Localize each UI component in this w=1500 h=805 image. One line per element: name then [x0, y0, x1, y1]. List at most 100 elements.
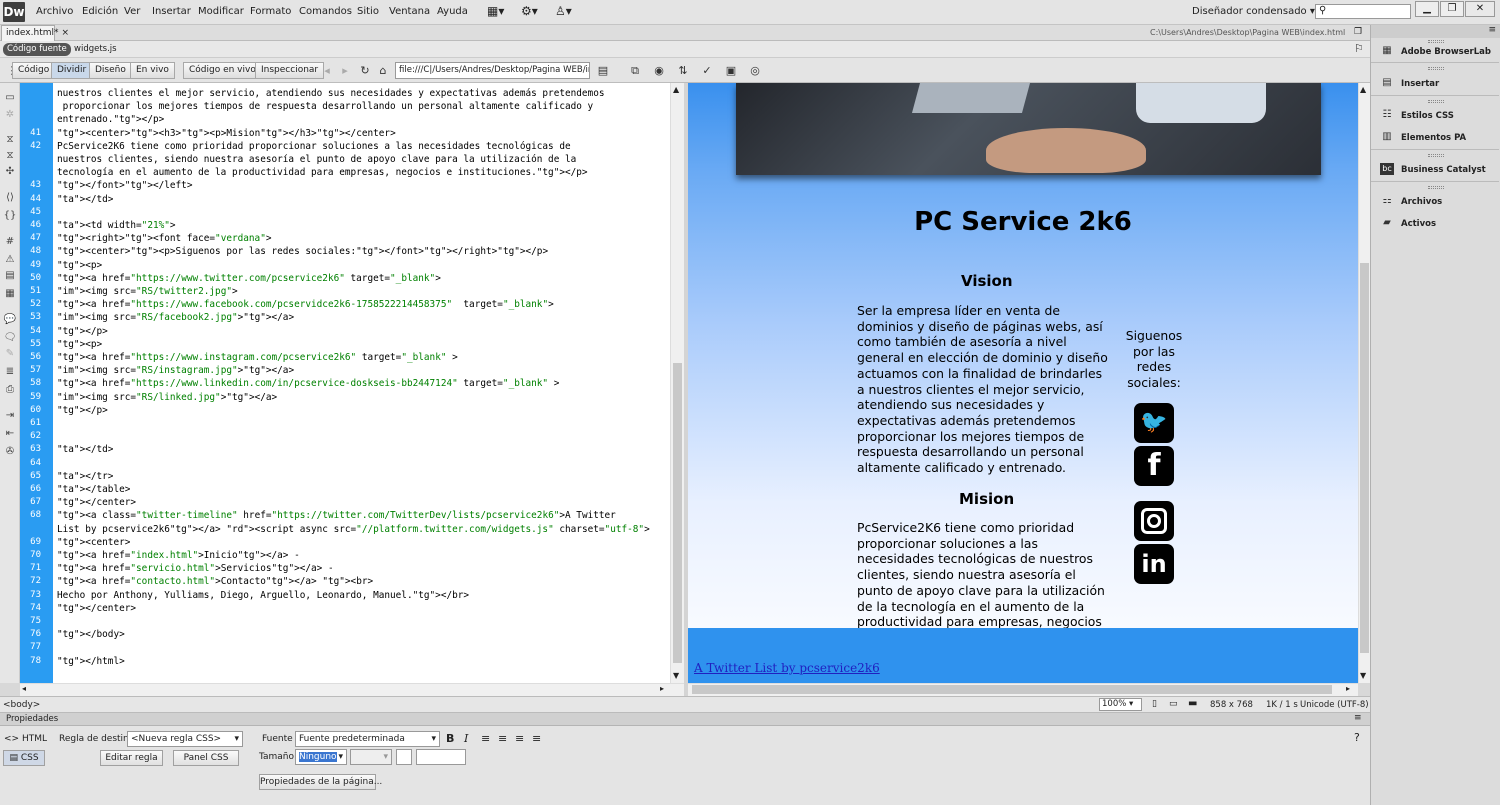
bold-button[interactable]: B [446, 732, 454, 745]
collapse-tag-icon[interactable]: ⧖ [3, 133, 17, 146]
panel-menu-icon[interactable]: ≡ [1354, 713, 1362, 723]
design-horizontal-scrollbar[interactable]: ▸ [688, 683, 1358, 696]
inspect-button[interactable]: Inspeccionar [255, 62, 325, 79]
code-line[interactable]: "tg"><a href="https://www.facebook.com/p… [57, 298, 554, 311]
code-line[interactable]: "tg"></p> [57, 325, 108, 338]
tab-index-html[interactable]: index.html* × [1, 25, 69, 41]
highlight-invalid-icon[interactable]: ⚠ [3, 253, 17, 266]
code-line[interactable]: "im"><img src="RS/linked.jpg">"tg"></a> [57, 391, 277, 404]
code-line[interactable]: "tg"></center> [57, 496, 136, 509]
panel-archivos[interactable]: Archivos [1401, 197, 1442, 207]
justify-icon[interactable]: ≡ [532, 732, 541, 745]
code-line[interactable]: PcService2K6 tiene como prioridad propor… [57, 140, 571, 153]
mobile-size-icon[interactable]: ▯ [1152, 699, 1157, 709]
visual-aids-icon[interactable]: ▣ [722, 63, 740, 78]
menu-ventana[interactable]: Ventana [389, 6, 430, 17]
panel-elementos-pa[interactable]: Elementos PA [1401, 133, 1466, 143]
preview-browser-icon[interactable]: ◉ [650, 63, 668, 78]
collapse-selection-icon[interactable]: ⧖ [3, 149, 17, 162]
wrap-tag-icon[interactable]: ✎ [3, 347, 17, 360]
w3c-validation-icon[interactable]: ✓ [698, 63, 716, 78]
code-line[interactable]: "tg"><a href="contacto.html">Contacto"tg… [57, 575, 373, 588]
twitter-icon[interactable]: 🐦 [1134, 403, 1174, 443]
live-code-button[interactable]: Código en vivo [183, 62, 262, 79]
move-css-icon[interactable]: ⎙ [3, 383, 17, 396]
code-horizontal-scrollbar[interactable]: ◂ ▸ [20, 683, 685, 696]
color-hex-input[interactable] [416, 749, 466, 765]
panel-business-catalyst[interactable]: Business Catalyst [1401, 165, 1486, 175]
apply-comment-icon[interactable]: 💬 [3, 313, 17, 326]
panel-insertar[interactable]: Insertar [1401, 79, 1439, 89]
design-vertical-scrollbar[interactable]: ▲ ▼ [1358, 83, 1370, 683]
twitter-list-link[interactable]: A Twitter List by pcservice2k6 [694, 661, 880, 675]
recent-snippets-icon[interactable]: ≣ [3, 365, 17, 378]
design-hscroll-thumb[interactable] [692, 685, 1332, 694]
code-scroll-thumb[interactable] [673, 363, 682, 663]
tablet-size-icon[interactable]: ▭ [1169, 699, 1178, 709]
select-parent-tag-icon[interactable]: ⟨⟩ [3, 191, 17, 204]
zoom-select[interactable]: 100% ▾ [1099, 698, 1142, 711]
view-options-icon[interactable]: ▤ [594, 63, 612, 78]
panel-grip[interactable] [1428, 186, 1444, 189]
code-line[interactable]: "im"><img src="RS/instagram.jpg">"tg"></… [57, 364, 294, 377]
format-source-icon[interactable]: ✇ [3, 445, 17, 458]
html-mode-button[interactable]: <> HTML [4, 734, 47, 744]
tag-selector[interactable]: <body> [3, 700, 40, 710]
restore-button[interactable]: ❐ [1440, 1, 1464, 17]
filter-icon[interactable]: ⚐ [1354, 42, 1364, 55]
close-button[interactable]: ✕ [1465, 1, 1495, 17]
align-center-icon[interactable]: ≡ [498, 732, 507, 745]
css-mode-button[interactable]: ▤ CSS [3, 750, 45, 766]
facebook-icon[interactable]: f [1134, 446, 1174, 486]
menu-modificar[interactable]: Modificar [198, 6, 244, 17]
restore-doc-icon[interactable]: ❐ [1354, 27, 1362, 37]
menu-insertar[interactable]: Insertar [152, 6, 191, 17]
open-documents-icon[interactable]: ▭ [3, 91, 17, 104]
page-properties-button[interactable]: Propiedades de la página... [259, 774, 382, 790]
css-panel-button[interactable]: Panel CSS [173, 750, 239, 766]
panel-grip[interactable] [1428, 154, 1444, 157]
split-view-button[interactable]: Dividir [51, 62, 93, 79]
refresh-icon[interactable]: ↻ [356, 63, 374, 78]
color-picker[interactable] [396, 749, 412, 765]
code-line[interactable]: "tg"><a href="https://www.twitter.com/pc… [57, 272, 441, 285]
back-icon[interactable]: ◂ [318, 63, 336, 78]
size-select[interactable]: Ninguno ▾ [295, 749, 347, 765]
code-line[interactable]: "tg"><center> [57, 536, 130, 549]
close-icon[interactable]: × [61, 28, 69, 38]
code-line[interactable]: "tg"><a href="https://www.instagram.com/… [57, 351, 458, 364]
menu-ayuda[interactable]: Ayuda [437, 6, 468, 17]
code-line[interactable]: nuestros clientes, siendo nuestra asesor… [57, 153, 576, 166]
panel-adobe-browserlab[interactable]: Adobe BrowserLab [1401, 47, 1491, 57]
design-scroll-thumb[interactable] [1360, 263, 1369, 653]
check-compatibility-icon[interactable]: ◎ [746, 63, 764, 78]
design-scroll-right-icon[interactable]: ▸ [1346, 684, 1350, 693]
desktop-size-icon[interactable]: ▬ [1188, 698, 1197, 709]
show-code-navigator-icon[interactable]: ✲ [3, 108, 17, 121]
scroll-left-icon[interactable]: ◂ [22, 684, 26, 693]
font-select[interactable]: Fuente predeterminada ▾ [295, 731, 440, 747]
related-source-code[interactable]: Código fuente [3, 43, 71, 56]
code-line[interactable]: "tg"></html> [57, 655, 125, 668]
scroll-up-icon[interactable]: ▲ [673, 85, 679, 94]
layout-icon[interactable]: ▦▾ [487, 4, 504, 18]
scroll-down-icon[interactable]: ▼ [673, 671, 679, 680]
code-line[interactable]: "tg"><a href="servicio.html">Servicios"t… [57, 562, 334, 575]
code-editor[interactable]: nuestros clientes el mejor servicio, ate… [53, 83, 670, 683]
design-view-button[interactable]: Diseño [89, 62, 132, 79]
code-line[interactable]: tecnología en el aumento de la productiv… [57, 166, 588, 179]
scroll-right-icon[interactable]: ▸ [660, 684, 664, 693]
code-line[interactable]: "ta"></td> [57, 443, 113, 456]
code-line[interactable]: entrenado."tg"></p> [57, 113, 164, 126]
panel-estilos-css[interactable]: Estilos CSS [1401, 111, 1454, 121]
syntax-coloring-icon[interactable]: ▤ [3, 269, 17, 282]
design-scroll-up-icon[interactable]: ▲ [1360, 85, 1366, 94]
live-view-button[interactable]: En vivo [130, 62, 175, 79]
forward-icon[interactable]: ▸ [336, 63, 354, 78]
design-view[interactable]: PC Service 2k6 Vision Ser la empresa líd… [688, 83, 1358, 683]
outdent-code-icon[interactable]: ⇤ [3, 427, 17, 440]
code-line[interactable]: proporcionar los mejores tiempos de resp… [57, 100, 594, 113]
panel-grip[interactable] [1428, 67, 1444, 70]
code-view-button[interactable]: Código [12, 62, 56, 79]
gear-icon[interactable]: ⚙▾ [521, 4, 538, 18]
